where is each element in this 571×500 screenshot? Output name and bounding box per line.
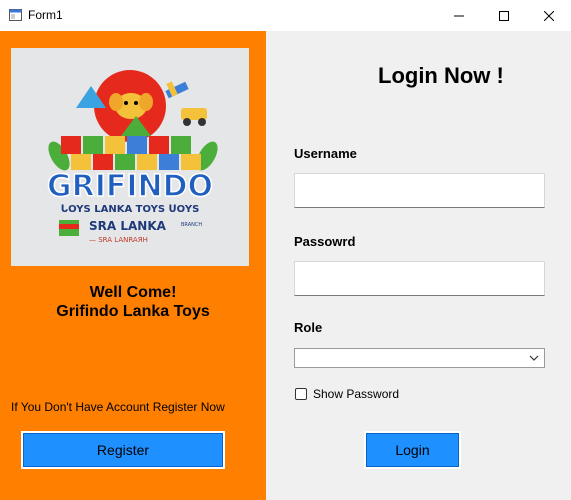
app-icon <box>9 9 22 21</box>
show-password-checkbox[interactable] <box>295 388 307 400</box>
welcome-line-1: Well Come! <box>89 284 177 301</box>
title-bar: Form1 <box>0 0 571 31</box>
close-icon <box>543 10 554 21</box>
minimize-icon <box>453 15 464 16</box>
brand-panel: GRIFINDO ᒐOYS LANKA TOYS ᑌOYS SRA LANKA … <box>0 31 266 500</box>
maximize-button[interactable] <box>481 0 526 31</box>
logo-image: GRIFINDO ᒐOYS LANKA TOYS ᑌOYS SRA LANKA … <box>11 48 249 266</box>
welcome-line-2: Grifindo Lanka Toys <box>56 303 210 320</box>
logo-branch-suffix: BRANCH <box>181 222 202 228</box>
minimize-button[interactable] <box>436 0 481 31</box>
username-input[interactable] <box>294 173 545 208</box>
password-label: Passowrd <box>294 234 356 249</box>
login-panel: Login Now ! Username Passowrd Role Show … <box>266 31 571 500</box>
register-button[interactable]: Register <box>21 431 225 469</box>
role-dropdown[interactable] <box>294 348 545 368</box>
username-label: Username <box>294 146 357 161</box>
logo-brand-text: GRIFINDO <box>47 169 213 204</box>
show-password-label: Show Password <box>313 387 400 401</box>
show-password-toggle[interactable]: Show Password <box>295 387 399 401</box>
logo-branch-line1: SRA LANKA <box>89 219 167 233</box>
login-heading: Login Now ! <box>378 63 504 88</box>
login-window: Form1 GRIFINDO ᒐOYS LANKA TOYS ᑌOYS SRA … <box>0 0 571 500</box>
window-title: Form1 <box>28 8 63 22</box>
logo-tagline-text: ᒐOYS LANKA TOYS ᑌOYS <box>61 204 200 215</box>
login-button[interactable]: Login <box>364 431 461 469</box>
register-hint-text: If You Don't Have Account Register Now <box>11 400 225 414</box>
toy-logo-graphic: GRIFINDO ᒐOYS LANKA TOYS ᑌOYS SRA LANKA … <box>11 48 249 266</box>
password-input[interactable] <box>294 261 545 296</box>
welcome-message: Well Come! Grifindo Lanka Toys <box>0 283 266 321</box>
close-button[interactable] <box>526 0 571 31</box>
logo-branch-line2: — SRA LANRAЯH <box>89 236 148 244</box>
maximize-icon <box>498 10 509 21</box>
role-label: Role <box>294 320 323 335</box>
chevron-down-icon <box>529 355 539 361</box>
